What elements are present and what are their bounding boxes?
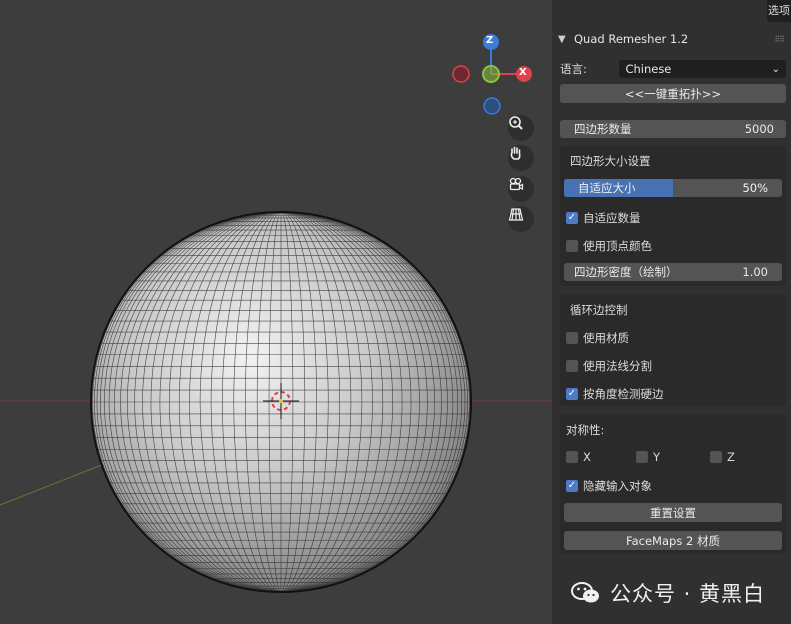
language-value: Chinese	[625, 62, 672, 76]
vertex-color-checkbox[interactable]	[566, 240, 578, 252]
adaptive-size-label: 自适应大小	[578, 181, 636, 195]
vertex-color-checkbox-row[interactable]: 使用顶点颜色	[566, 238, 652, 254]
gizmo-z-label[interactable]: Z	[486, 35, 493, 46]
gizmo-x-label[interactable]: X	[519, 67, 527, 78]
magnifier-icon	[509, 116, 523, 130]
language-dropdown[interactable]: Chinese ⌄	[619, 60, 786, 78]
language-label: 语言:	[560, 62, 587, 76]
hand-icon	[510, 146, 521, 160]
use-materials-checkbox[interactable]	[566, 332, 578, 344]
viewport-canvas	[0, 34, 552, 593]
adaptive-quantity-label: 自适应数量	[583, 211, 641, 225]
quad-size-title: 四边形大小设置	[570, 154, 651, 168]
drag-grip-icon[interactable]: ⠿⠿	[774, 35, 785, 44]
camera-icon	[509, 177, 524, 191]
chevron-down-icon: ▼	[558, 33, 566, 45]
quad-size-section: 四边形大小设置 自适应大小 50% 自适应数量 使用顶点颜色 四边形密度（绘制）…	[560, 146, 786, 286]
edge-loop-title: 循环边控制	[570, 303, 628, 317]
angle-detect-checkbox-row[interactable]: 按角度检测硬边	[566, 386, 664, 402]
wechat-logo-icon	[571, 582, 599, 603]
symmetry-y-checkbox[interactable]	[636, 451, 648, 463]
angle-detect-label: 按角度检测硬边	[583, 387, 664, 401]
language-row: 语言: Chinese ⌄	[560, 60, 786, 78]
quad-density-label: 四边形密度（绘制）	[574, 265, 678, 279]
facemaps-to-materials-button[interactable]: FaceMaps 2 材质	[564, 531, 782, 550]
symmetry-z-label: Z	[727, 450, 735, 464]
adaptive-size-slider[interactable]: 自适应大小 50%	[564, 179, 782, 197]
use-materials-checkbox-row[interactable]: 使用材质	[566, 330, 629, 346]
tab-options[interactable]: 选项	[767, 0, 791, 22]
watermark: 公众号 · 黄黑白	[570, 578, 765, 608]
hide-input-checkbox-row[interactable]: 隐藏输入对象	[566, 478, 652, 494]
adaptive-quantity-checkbox[interactable]	[566, 212, 578, 224]
hide-input-label: 隐藏输入对象	[583, 479, 652, 493]
panel-header[interactable]: ▼ Quad Remesher 1.2 ⠿⠿	[558, 30, 788, 48]
zoom-button[interactable]	[508, 115, 534, 141]
pan-button[interactable]	[508, 145, 534, 171]
symmetry-z-checkbox[interactable]	[710, 451, 722, 463]
angle-detect-checkbox[interactable]	[566, 388, 578, 400]
reset-settings-button[interactable]: 重置设置	[564, 503, 782, 522]
symmetry-x-row[interactable]: X	[566, 450, 591, 464]
adaptive-quantity-checkbox-row[interactable]: 自适应数量	[566, 210, 641, 226]
adaptive-size-value: 50%	[742, 181, 768, 195]
chevron-down-icon: ⌄	[771, 63, 780, 75]
camera-view-button[interactable]	[508, 176, 534, 202]
panel-title: Quad Remesher 1.2	[574, 32, 689, 46]
watermark-text: 公众号 · 黄黑白	[610, 582, 766, 606]
hide-input-checkbox[interactable]	[566, 480, 578, 492]
vertex-color-label: 使用顶点颜色	[583, 239, 652, 253]
symmetry-x-label: X	[583, 450, 591, 464]
symmetry-x-checkbox[interactable]	[566, 451, 578, 463]
quad-density-value: 1.00	[742, 265, 768, 279]
symmetry-section: 对称性: X Y Z 隐藏输入对象 重置设置 FaceMaps 2 材质	[560, 414, 786, 554]
quad-count-value: 5000	[744, 122, 774, 136]
quad-density-field[interactable]: 四边形密度（绘制） 1.00	[564, 263, 782, 281]
3d-viewport[interactable]: Z X	[0, 0, 552, 624]
normal-split-checkbox[interactable]	[566, 360, 578, 372]
perspective-toggle-button[interactable]	[508, 206, 534, 232]
normal-split-label: 使用法线分割	[583, 359, 652, 373]
symmetry-y-label: Y	[653, 450, 661, 464]
quad-count-field[interactable]: 四边形数量 5000	[560, 120, 786, 138]
use-materials-label: 使用材质	[583, 331, 629, 345]
quad-count-label: 四边形数量	[574, 122, 632, 136]
symmetry-z-row[interactable]: Z	[710, 450, 735, 464]
remesh-button[interactable]: <<一键重拓扑>>	[560, 84, 786, 103]
symmetry-title: 对称性:	[566, 423, 605, 437]
normal-split-checkbox-row[interactable]: 使用法线分割	[566, 358, 652, 374]
symmetry-y-row[interactable]: Y	[636, 450, 660, 464]
grid-perspective-icon	[508, 208, 524, 221]
edge-loop-section: 循环边控制 使用材质 使用法线分割 按角度检测硬边	[560, 294, 786, 406]
